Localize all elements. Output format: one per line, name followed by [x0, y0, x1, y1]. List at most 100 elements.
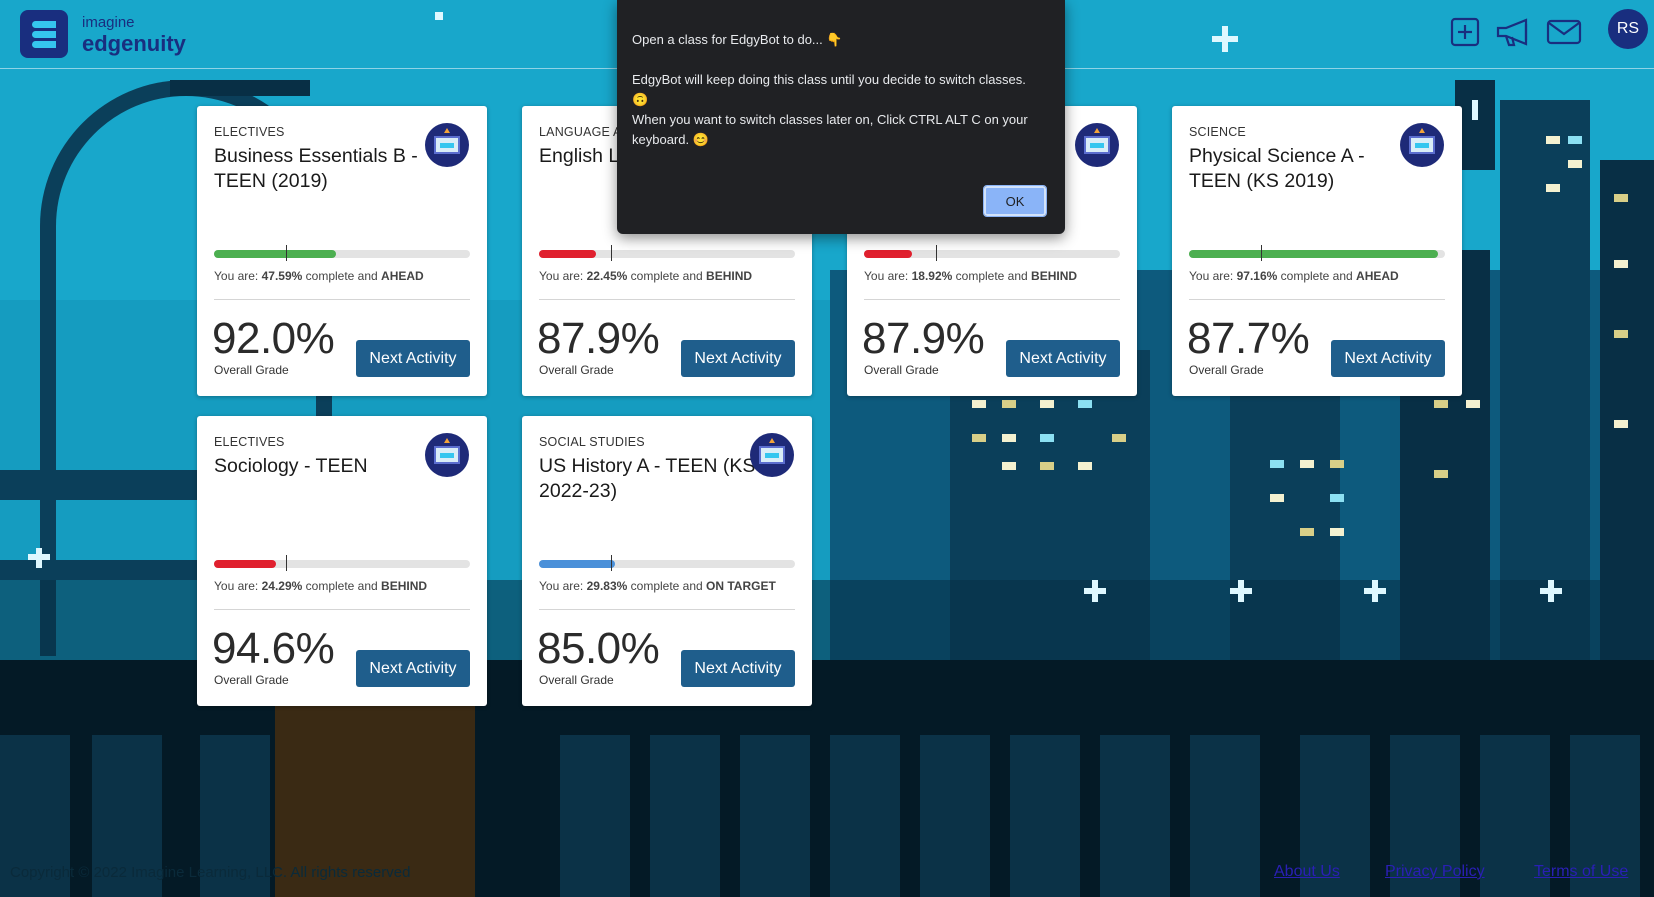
- progress-percent: 47.59%: [261, 269, 303, 283]
- next-activity-button[interactable]: Next Activity: [1006, 340, 1120, 377]
- course-category: SCIENCE: [1189, 125, 1246, 139]
- progress-fill: [539, 250, 597, 258]
- course-category: LANGUAGE A: [539, 125, 622, 139]
- course-badge-icon: [1400, 123, 1444, 167]
- course-card[interactable]: ELECTIVES Business Essentials B - TEEN (2…: [197, 106, 487, 396]
- status-mid: complete and: [627, 579, 707, 593]
- edgenuity-logo-icon[interactable]: [20, 10, 68, 58]
- user-avatar[interactable]: RS: [1608, 9, 1648, 49]
- target-marker: [610, 555, 612, 571]
- pace-status: AHEAD: [1356, 269, 1399, 283]
- overall-grade-label: Overall Grade: [539, 673, 614, 687]
- target-marker: [285, 245, 287, 261]
- card-divider: [1189, 299, 1445, 300]
- next-activity-button[interactable]: Next Activity: [1331, 340, 1445, 377]
- course-category: ELECTIVES: [214, 125, 285, 139]
- progress-bar: [214, 245, 470, 261]
- brand-prefix: imagine: [82, 14, 135, 31]
- status-mid: complete and: [1277, 269, 1357, 283]
- course-badge-icon: [1075, 123, 1119, 167]
- copyright-text: Copyright © 2022 Imagine Learning, LLC. …: [10, 864, 411, 881]
- progress-percent: 22.45%: [586, 269, 628, 283]
- dialog-line-3: When you want to switch classes later on…: [632, 112, 1028, 147]
- card-divider: [539, 299, 795, 300]
- progress-status: You are: 24.29% complete and BEHIND: [214, 579, 427, 593]
- status-prefix: You are:: [214, 579, 262, 593]
- next-activity-button[interactable]: Next Activity: [681, 340, 795, 377]
- progress-status: You are: 22.45% complete and BEHIND: [539, 269, 752, 283]
- progress-fill: [214, 560, 277, 568]
- overall-grade-value: 87.7%: [1187, 314, 1310, 363]
- progress-status: You are: 97.16% complete and AHEAD: [1189, 269, 1399, 283]
- progress-percent: 24.29%: [261, 579, 303, 593]
- overall-grade-value: 94.6%: [212, 624, 335, 673]
- pace-status: BEHIND: [381, 579, 428, 593]
- course-title[interactable]: Business Essentials B - TEEN (2019): [214, 144, 439, 194]
- status-prefix: You are:: [864, 269, 912, 283]
- pace-status: BEHIND: [1031, 269, 1078, 283]
- privacy-policy-link[interactable]: Privacy Policy: [1385, 863, 1485, 881]
- card-divider: [539, 609, 795, 610]
- course-card[interactable]: SCIENCE Physical Science A - TEEN (KS 201…: [1172, 106, 1462, 396]
- pace-status: AHEAD: [381, 269, 424, 283]
- status-prefix: You are:: [214, 269, 262, 283]
- card-divider: [214, 299, 470, 300]
- alert-dialog: Open a class for EdgyBot to do... 👇 Edgy…: [617, 0, 1065, 234]
- target-marker: [285, 555, 287, 571]
- progress-bar: [864, 245, 1120, 261]
- status-mid: complete and: [302, 269, 382, 283]
- next-activity-button[interactable]: Next Activity: [356, 650, 470, 687]
- dialog-line-1: Open a class for EdgyBot to do... 👇: [632, 32, 843, 47]
- progress-status: You are: 29.83% complete and ON TARGET: [539, 579, 776, 593]
- course-category: ELECTIVES: [214, 435, 285, 449]
- course-card[interactable]: ELECTIVES Sociology - TEEN You are: 24.29%…: [197, 416, 487, 706]
- course-title[interactable]: Sociology - TEEN: [214, 454, 439, 479]
- progress-percent: 18.92%: [911, 269, 953, 283]
- status-mid: complete and: [627, 269, 707, 283]
- course-badge-icon: [425, 123, 469, 167]
- status-prefix: You are:: [539, 269, 587, 283]
- status-mid: complete and: [952, 269, 1032, 283]
- overall-grade-value: 87.9%: [862, 314, 985, 363]
- course-title[interactable]: US History A - TEEN (KS 2022-23): [539, 454, 764, 504]
- about-us-link[interactable]: About Us: [1274, 863, 1340, 881]
- mail-icon[interactable]: [1546, 16, 1582, 48]
- target-marker: [935, 245, 937, 261]
- ok-button[interactable]: OK: [983, 185, 1047, 217]
- terms-of-use-link[interactable]: Terms of Use: [1534, 863, 1628, 881]
- status-prefix: You are:: [1189, 269, 1237, 283]
- brand-name: edgenuity: [82, 31, 186, 56]
- progress-bar: [1189, 245, 1445, 261]
- overall-grade-label: Overall Grade: [539, 363, 614, 377]
- status-prefix: You are:: [539, 579, 587, 593]
- progress-bar: [214, 555, 470, 571]
- progress-fill: [539, 560, 616, 568]
- course-title[interactable]: Physical Science A - TEEN (KS 2019): [1189, 144, 1414, 194]
- progress-fill: [864, 250, 913, 258]
- progress-bar: [539, 245, 795, 261]
- dialog-line-2: EdgyBot will keep doing this class until…: [632, 72, 1026, 107]
- progress-fill: [1189, 250, 1438, 258]
- course-card[interactable]: SOCIAL STUDIES US History A - TEEN (KS 20…: [522, 416, 812, 706]
- target-marker: [610, 245, 612, 261]
- progress-status: You are: 18.92% complete and BEHIND: [864, 269, 1077, 283]
- course-badge-icon: [425, 433, 469, 477]
- pace-status: ON TARGET: [706, 579, 776, 593]
- overall-grade-label: Overall Grade: [1189, 363, 1264, 377]
- card-divider: [864, 299, 1120, 300]
- pace-status: BEHIND: [706, 269, 753, 283]
- megaphone-icon[interactable]: [1495, 16, 1535, 48]
- overall-grade-label: Overall Grade: [864, 363, 939, 377]
- course-category: SOCIAL STUDIES: [539, 435, 645, 449]
- status-mid: complete and: [302, 579, 382, 593]
- next-activity-button[interactable]: Next Activity: [356, 340, 470, 377]
- overall-grade-label: Overall Grade: [214, 363, 289, 377]
- target-marker: [1260, 245, 1262, 261]
- add-icon[interactable]: [1449, 16, 1481, 48]
- progress-bar: [539, 555, 795, 571]
- overall-grade-value: 92.0%: [212, 314, 335, 363]
- overall-grade-label: Overall Grade: [214, 673, 289, 687]
- card-divider: [214, 609, 470, 610]
- overall-grade-value: 87.9%: [537, 314, 660, 363]
- next-activity-button[interactable]: Next Activity: [681, 650, 795, 687]
